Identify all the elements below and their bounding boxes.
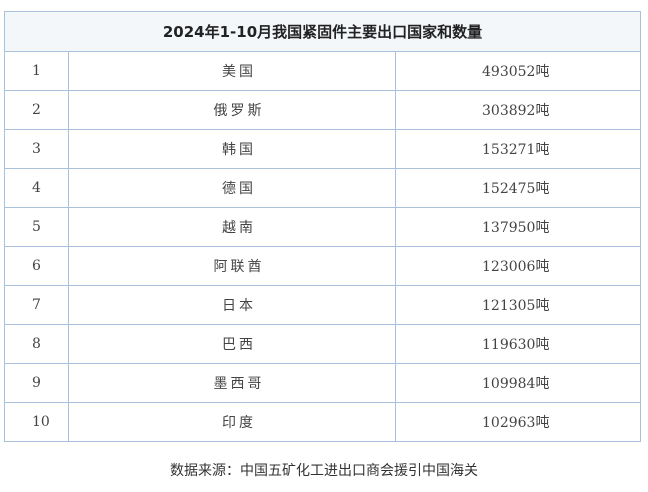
country-cell: 阿联酋	[68, 246, 396, 286]
table-row: 1 美国 493052吨	[4, 51, 641, 91]
country-cell: 俄罗斯	[68, 90, 396, 130]
amount-cell: 137950吨	[395, 207, 641, 247]
amount-cell: 109984吨	[395, 363, 641, 403]
amount-cell: 303892吨	[395, 90, 641, 130]
amount-cell: 493052吨	[395, 51, 641, 91]
table-row: 3 韩国 153271吨	[4, 129, 641, 169]
amount-cell: 102963吨	[395, 402, 641, 442]
country-cell: 日本	[68, 285, 396, 325]
rank-cell: 3	[4, 129, 69, 169]
table-body: 1 美国 493052吨 2 俄罗斯 303892吨 3 韩国 153271吨 …	[4, 51, 641, 442]
rank-cell: 7	[4, 285, 69, 325]
rank-cell: 2	[4, 90, 69, 130]
table-row: 10 印度 102963吨	[4, 402, 641, 442]
rank-cell: 5	[4, 207, 69, 247]
rank-cell: 9	[4, 363, 69, 403]
table-row: 9 墨西哥 109984吨	[4, 363, 641, 403]
table-row: 5 越南 137950吨	[4, 207, 641, 247]
table-row: 7 日本 121305吨	[4, 285, 641, 325]
export-table-container: 2024年1-10月我国紧固件主要出口国家和数量 1 美国 493052吨 2 …	[4, 11, 641, 442]
table-row: 6 阿联酋 123006吨	[4, 246, 641, 286]
rank-cell: 4	[4, 168, 69, 208]
country-cell: 越南	[68, 207, 396, 247]
country-cell: 美国	[68, 51, 396, 91]
amount-cell: 121305吨	[395, 285, 641, 325]
amount-cell: 153271吨	[395, 129, 641, 169]
table-row: 8 巴西 119630吨	[4, 324, 641, 364]
country-cell: 巴西	[68, 324, 396, 364]
export-table: 2024年1-10月我国紧固件主要出口国家和数量 1 美国 493052吨 2 …	[4, 11, 641, 442]
table-row: 2 俄罗斯 303892吨	[4, 90, 641, 130]
data-source-caption: 数据来源：中国五矿化工进出口商会援引中国海关	[170, 463, 478, 479]
rank-cell: 10	[4, 402, 69, 442]
country-cell: 墨西哥	[68, 363, 396, 403]
rank-cell: 1	[4, 51, 69, 91]
amount-cell: 152475吨	[395, 168, 641, 208]
amount-cell: 123006吨	[395, 246, 641, 286]
amount-cell: 119630吨	[395, 324, 641, 364]
country-cell: 韩国	[68, 129, 396, 169]
rank-cell: 8	[4, 324, 69, 364]
country-cell: 德国	[68, 168, 396, 208]
country-cell: 印度	[68, 402, 396, 442]
table-row: 4 德国 152475吨	[4, 168, 641, 208]
table-title: 2024年1-10月我国紧固件主要出口国家和数量	[4, 11, 641, 52]
rank-cell: 6	[4, 246, 69, 286]
table-header-row: 2024年1-10月我国紧固件主要出口国家和数量	[4, 11, 641, 52]
